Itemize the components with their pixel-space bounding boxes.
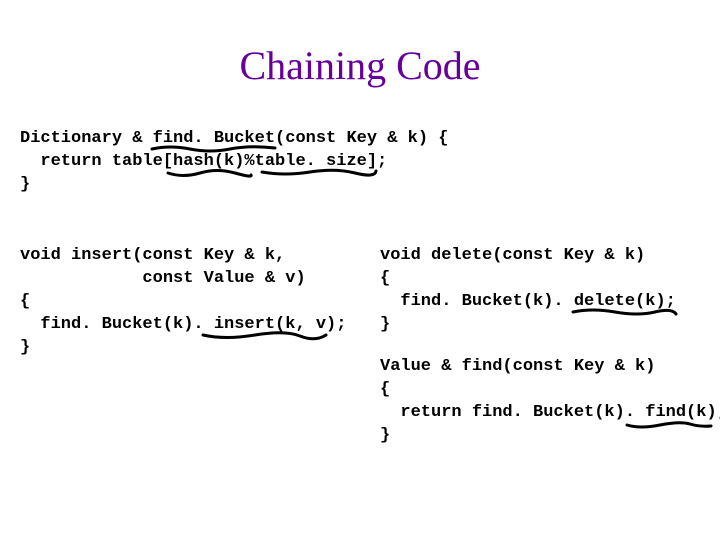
slide-title: Chaining Code xyxy=(0,42,720,89)
slide: Chaining Code Dictionary & find. Bucket(… xyxy=(0,0,720,540)
code-findbucket: Dictionary & find. Bucket(const Key & k)… xyxy=(20,128,448,197)
code-find: Value & find(const Key & k) { return fin… xyxy=(380,356,720,448)
code-delete: void delete(const Key & k) { find. Bucke… xyxy=(380,245,676,337)
code-insert: void insert(const Key & k, const Value &… xyxy=(20,245,346,360)
